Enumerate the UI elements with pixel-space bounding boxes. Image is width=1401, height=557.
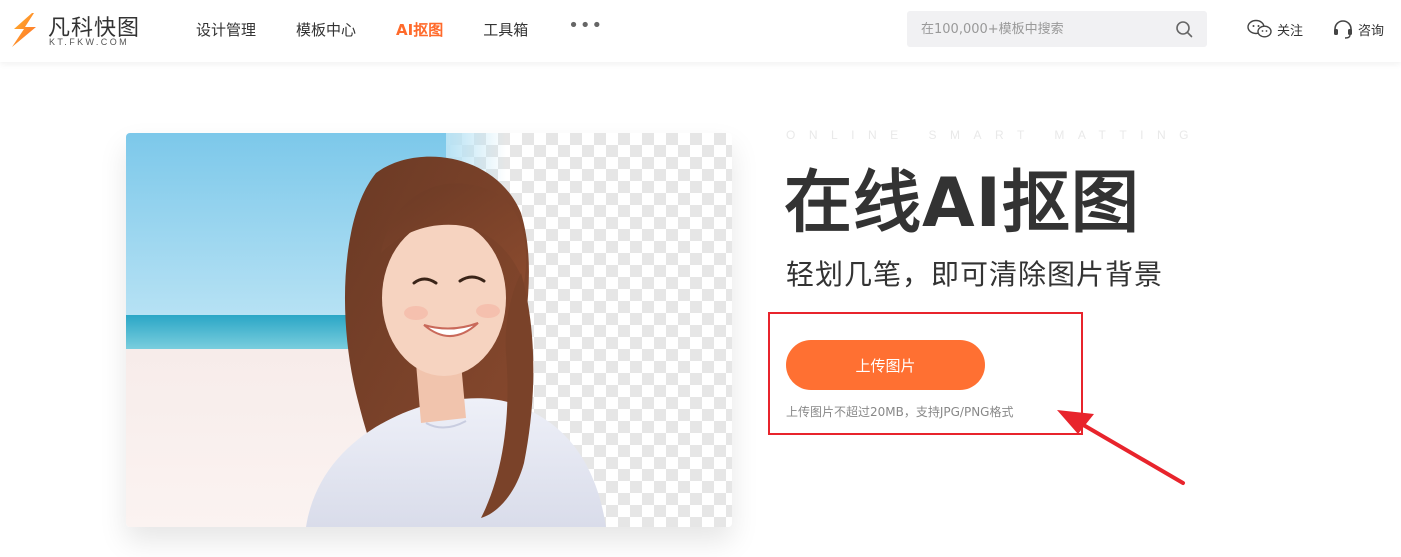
tagline-english: ONLINE SMART MATTING <box>786 128 1203 142</box>
more-menu-button[interactable]: ••• <box>568 17 603 41</box>
search-input[interactable] <box>921 11 1161 47</box>
search-icon[interactable] <box>1175 20 1193 38</box>
search-box <box>907 11 1207 47</box>
upload-hint: 上传图片不超过20MB，支持JPG/PNG格式 <box>786 405 1014 419</box>
nav-item-ai-matting[interactable]: AI抠图 <box>396 19 443 41</box>
hero-demo-image <box>126 133 732 527</box>
follow-link[interactable]: 关注 <box>1247 19 1303 39</box>
consult-link[interactable]: 咨询 <box>1332 19 1384 39</box>
nav-item-toolbox[interactable]: 工具箱 <box>483 19 528 41</box>
logo-domain: KT.FKW.COM <box>49 37 129 47</box>
consult-label: 咨询 <box>1358 23 1385 39</box>
page-title: 在线AI抠图 <box>784 164 1140 243</box>
wechat-icon <box>1247 19 1272 38</box>
follow-label: 关注 <box>1277 23 1304 39</box>
nav-item-template-center[interactable]: 模板中心 <box>296 19 356 41</box>
matting-demo-photo <box>126 133 606 527</box>
page-subtitle: 轻划几笔，即可清除图片背景 <box>786 258 1164 291</box>
upload-image-button[interactable]: 上传图片 <box>786 340 985 390</box>
nav-item-design-manage[interactable]: 设计管理 <box>196 19 256 41</box>
top-header: 凡科快图 KT.FKW.COM 设计管理 模板中心 AI抠图 工具箱 ••• 关… <box>0 0 1401 62</box>
logo[interactable]: 凡科快图 KT.FKW.COM <box>6 9 156 51</box>
logo-mark-icon <box>12 13 36 47</box>
annotation-arrow-icon <box>1057 410 1185 485</box>
headset-icon <box>1334 20 1352 39</box>
main-nav: 设计管理 模板中心 AI抠图 工具箱 ••• <box>196 17 643 41</box>
